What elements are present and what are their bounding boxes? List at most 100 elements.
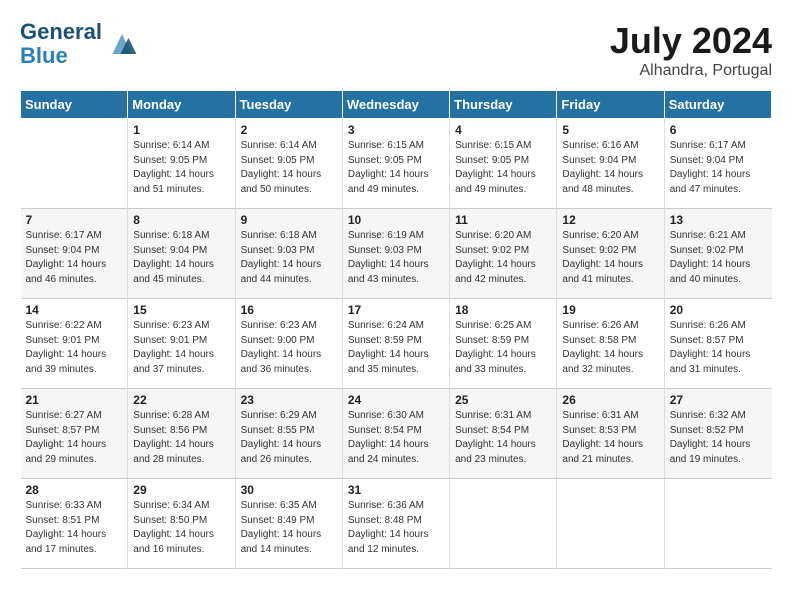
calendar-cell: 26 Sunrise: 6:31 AM Sunset: 8:53 PM Dayli… — [557, 389, 664, 479]
day-number: 2 — [241, 123, 337, 137]
calendar-cell: 21 Sunrise: 6:27 AM Sunset: 8:57 PM Dayli… — [21, 389, 128, 479]
day-info: Sunrise: 6:17 AM Sunset: 9:04 PM Dayligh… — [670, 139, 767, 197]
day-info: Sunrise: 6:14 AM Sunset: 9:05 PM Dayligh… — [133, 139, 229, 197]
day-number: 3 — [348, 123, 444, 137]
calendar-cell: 28 Sunrise: 6:33 AM Sunset: 8:51 PM Dayli… — [21, 479, 128, 569]
day-number: 21 — [26, 393, 123, 407]
calendar-table: SundayMondayTuesdayWednesdayThursdayFrid… — [20, 90, 772, 569]
day-info: Sunrise: 6:32 AM Sunset: 8:52 PM Dayligh… — [670, 409, 767, 467]
day-number: 30 — [241, 483, 337, 497]
day-info: Sunrise: 6:23 AM Sunset: 9:00 PM Dayligh… — [241, 319, 337, 377]
day-info: Sunrise: 6:35 AM Sunset: 8:49 PM Dayligh… — [241, 499, 337, 557]
calendar-cell: 6 Sunrise: 6:17 AM Sunset: 9:04 PM Daylig… — [664, 119, 771, 209]
calendar-cell — [664, 479, 771, 569]
day-header-friday: Friday — [557, 91, 664, 119]
day-info: Sunrise: 6:15 AM Sunset: 9:05 PM Dayligh… — [455, 139, 551, 197]
calendar-cell: 7 Sunrise: 6:17 AM Sunset: 9:04 PM Daylig… — [21, 209, 128, 299]
week-row-3: 14 Sunrise: 6:22 AM Sunset: 9:01 PM Dayli… — [21, 299, 772, 389]
day-number: 1 — [133, 123, 229, 137]
day-number: 5 — [562, 123, 658, 137]
day-info: Sunrise: 6:16 AM Sunset: 9:04 PM Dayligh… — [562, 139, 658, 197]
calendar-cell: 11 Sunrise: 6:20 AM Sunset: 9:02 PM Dayli… — [450, 209, 557, 299]
title-area: July 2024 Alhandra, Portugal — [610, 20, 772, 80]
day-number: 24 — [348, 393, 444, 407]
day-number: 19 — [562, 303, 658, 317]
logo-icon — [106, 30, 138, 58]
calendar-cell: 12 Sunrise: 6:20 AM Sunset: 9:02 PM Dayli… — [557, 209, 664, 299]
day-info: Sunrise: 6:18 AM Sunset: 9:04 PM Dayligh… — [133, 229, 229, 287]
day-header-monday: Monday — [128, 91, 235, 119]
calendar-cell: 29Sunrise: 6:34 AM Sunset: 8:50 PM Dayli… — [128, 479, 235, 569]
day-number: 23 — [241, 393, 337, 407]
page-header: GeneralBlue July 2024 Alhandra, Portugal — [20, 20, 772, 80]
day-info: Sunrise: 6:14 AM Sunset: 9:05 PM Dayligh… — [241, 139, 337, 197]
calendar-cell: 13Sunrise: 6:21 AM Sunset: 9:02 PM Dayli… — [664, 209, 771, 299]
day-number: 8 — [133, 213, 229, 227]
day-info: Sunrise: 6:34 AM Sunset: 8:50 PM Dayligh… — [133, 499, 229, 557]
day-info: Sunrise: 6:26 AM Sunset: 8:57 PM Dayligh… — [670, 319, 767, 377]
calendar-cell: 4Sunrise: 6:15 AM Sunset: 9:05 PM Daylig… — [450, 119, 557, 209]
day-number: 28 — [26, 483, 123, 497]
day-info: Sunrise: 6:24 AM Sunset: 8:59 PM Dayligh… — [348, 319, 444, 377]
day-info: Sunrise: 6:26 AM Sunset: 8:58 PM Dayligh… — [562, 319, 658, 377]
calendar-cell — [450, 479, 557, 569]
calendar-cell: 25Sunrise: 6:31 AM Sunset: 8:54 PM Dayli… — [450, 389, 557, 479]
week-row-2: 7 Sunrise: 6:17 AM Sunset: 9:04 PM Daylig… — [21, 209, 772, 299]
week-row-5: 28 Sunrise: 6:33 AM Sunset: 8:51 PM Dayli… — [21, 479, 772, 569]
calendar-cell: 2 Sunrise: 6:14 AM Sunset: 9:05 PM Daylig… — [235, 119, 342, 209]
day-info: Sunrise: 6:36 AM Sunset: 8:48 PM Dayligh… — [348, 499, 444, 557]
day-info: Sunrise: 6:20 AM Sunset: 9:02 PM Dayligh… — [455, 229, 551, 287]
day-number: 11 — [455, 213, 551, 227]
calendar-cell: 16 Sunrise: 6:23 AM Sunset: 9:00 PM Dayli… — [235, 299, 342, 389]
day-info: Sunrise: 6:17 AM Sunset: 9:04 PM Dayligh… — [26, 229, 123, 287]
day-info: Sunrise: 6:31 AM Sunset: 8:54 PM Dayligh… — [455, 409, 551, 467]
day-info: Sunrise: 6:31 AM Sunset: 8:53 PM Dayligh… — [562, 409, 658, 467]
calendar-cell: 31 Sunrise: 6:36 AM Sunset: 8:48 PM Dayli… — [342, 479, 449, 569]
day-number: 17 — [348, 303, 444, 317]
day-number: 16 — [241, 303, 337, 317]
calendar-cell: 24 Sunrise: 6:30 AM Sunset: 8:54 PM Dayli… — [342, 389, 449, 479]
calendar-cell: 3 Sunrise: 6:15 AM Sunset: 9:05 PM Daylig… — [342, 119, 449, 209]
calendar-cell: 27Sunrise: 6:32 AM Sunset: 8:52 PM Dayli… — [664, 389, 771, 479]
day-info: Sunrise: 6:15 AM Sunset: 9:05 PM Dayligh… — [348, 139, 444, 197]
day-number: 22 — [133, 393, 229, 407]
day-number: 31 — [348, 483, 444, 497]
week-row-1: 1 Sunrise: 6:14 AM Sunset: 9:05 PM Daylig… — [21, 119, 772, 209]
day-headers-row: SundayMondayTuesdayWednesdayThursdayFrid… — [21, 91, 772, 119]
day-number: 10 — [348, 213, 444, 227]
day-info: Sunrise: 6:19 AM Sunset: 9:03 PM Dayligh… — [348, 229, 444, 287]
day-number: 26 — [562, 393, 658, 407]
day-info: Sunrise: 6:25 AM Sunset: 8:59 PM Dayligh… — [455, 319, 551, 377]
calendar-cell: 5 Sunrise: 6:16 AM Sunset: 9:04 PM Daylig… — [557, 119, 664, 209]
calendar-cell: 20Sunrise: 6:26 AM Sunset: 8:57 PM Dayli… — [664, 299, 771, 389]
day-header-saturday: Saturday — [664, 91, 771, 119]
calendar-cell: 23Sunrise: 6:29 AM Sunset: 8:55 PM Dayli… — [235, 389, 342, 479]
day-number: 6 — [670, 123, 767, 137]
day-info: Sunrise: 6:27 AM Sunset: 8:57 PM Dayligh… — [26, 409, 123, 467]
logo: GeneralBlue — [20, 20, 138, 68]
calendar-cell: 14 Sunrise: 6:22 AM Sunset: 9:01 PM Dayli… — [21, 299, 128, 389]
day-number: 18 — [455, 303, 551, 317]
day-header-thursday: Thursday — [450, 91, 557, 119]
day-number: 12 — [562, 213, 658, 227]
calendar-cell — [557, 479, 664, 569]
day-info: Sunrise: 6:33 AM Sunset: 8:51 PM Dayligh… — [26, 499, 123, 557]
day-header-tuesday: Tuesday — [235, 91, 342, 119]
day-info: Sunrise: 6:20 AM Sunset: 9:02 PM Dayligh… — [562, 229, 658, 287]
calendar-cell: 19 Sunrise: 6:26 AM Sunset: 8:58 PM Dayli… — [557, 299, 664, 389]
day-number: 7 — [26, 213, 123, 227]
day-number: 14 — [26, 303, 123, 317]
day-info: Sunrise: 6:18 AM Sunset: 9:03 PM Dayligh… — [241, 229, 337, 287]
day-info: Sunrise: 6:30 AM Sunset: 8:54 PM Dayligh… — [348, 409, 444, 467]
day-header-wednesday: Wednesday — [342, 91, 449, 119]
month-title: July 2024 — [610, 20, 772, 62]
week-row-4: 21 Sunrise: 6:27 AM Sunset: 8:57 PM Dayli… — [21, 389, 772, 479]
day-info: Sunrise: 6:28 AM Sunset: 8:56 PM Dayligh… — [133, 409, 229, 467]
calendar-cell: 15Sunrise: 6:23 AM Sunset: 9:01 PM Dayli… — [128, 299, 235, 389]
day-header-sunday: Sunday — [21, 91, 128, 119]
day-info: Sunrise: 6:22 AM Sunset: 9:01 PM Dayligh… — [26, 319, 123, 377]
logo-text: GeneralBlue — [20, 20, 102, 68]
calendar-cell: 30 Sunrise: 6:35 AM Sunset: 8:49 PM Dayli… — [235, 479, 342, 569]
calendar-cell: 1 Sunrise: 6:14 AM Sunset: 9:05 PM Daylig… — [128, 119, 235, 209]
calendar-cell: 8 Sunrise: 6:18 AM Sunset: 9:04 PM Daylig… — [128, 209, 235, 299]
